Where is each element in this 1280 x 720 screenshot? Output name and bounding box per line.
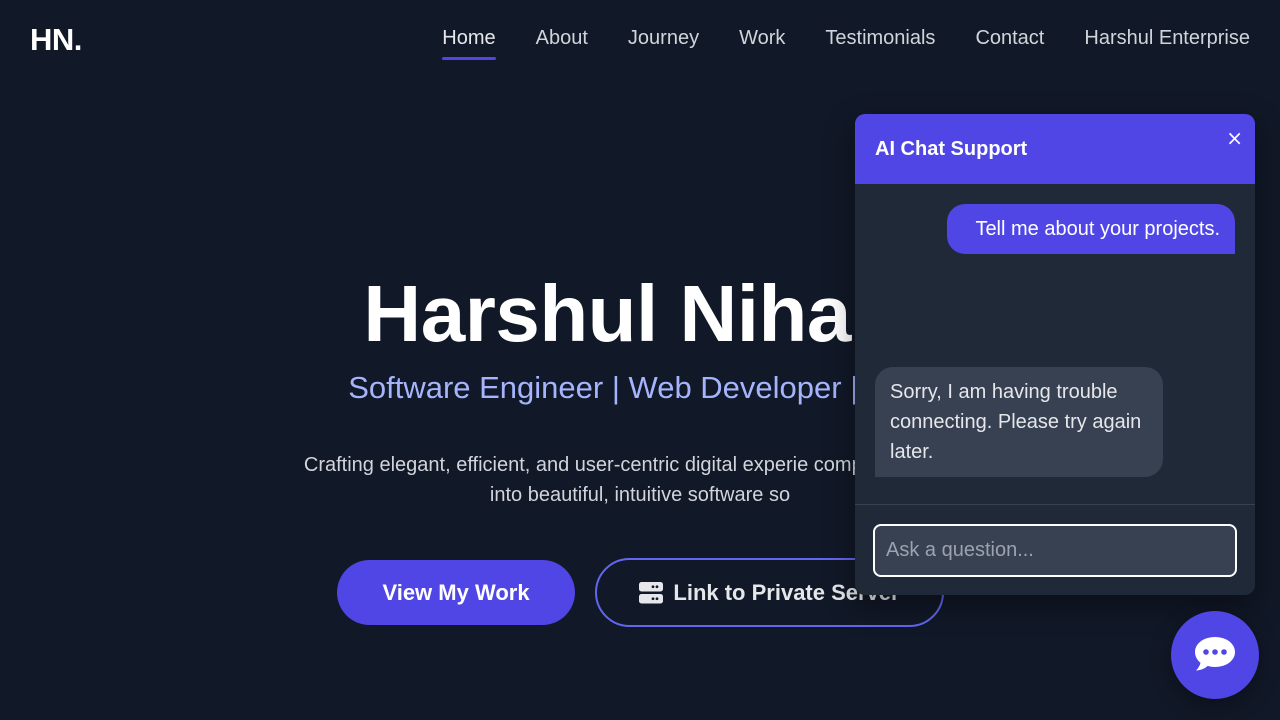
chat-toggle-button[interactable] xyxy=(1171,611,1259,699)
chat-bubble-icon xyxy=(1193,635,1237,676)
view-my-work-button[interactable]: View My Work xyxy=(337,560,575,625)
chat-panel: AI Chat Support × Tell me about your pro… xyxy=(855,114,1255,595)
bot-message: Sorry, I am having trouble connecting. P… xyxy=(875,367,1163,477)
close-icon[interactable]: × xyxy=(1226,128,1243,148)
chat-header: AI Chat Support × xyxy=(855,114,1255,184)
chat-messages: Tell me about your projects. Sorry, I am… xyxy=(855,184,1255,504)
server-icon xyxy=(639,581,664,604)
chat-footer xyxy=(855,504,1255,595)
chat-title: AI Chat Support xyxy=(875,137,1028,160)
user-message: Tell me about your projects. xyxy=(947,204,1235,254)
chat-input[interactable] xyxy=(873,524,1237,577)
